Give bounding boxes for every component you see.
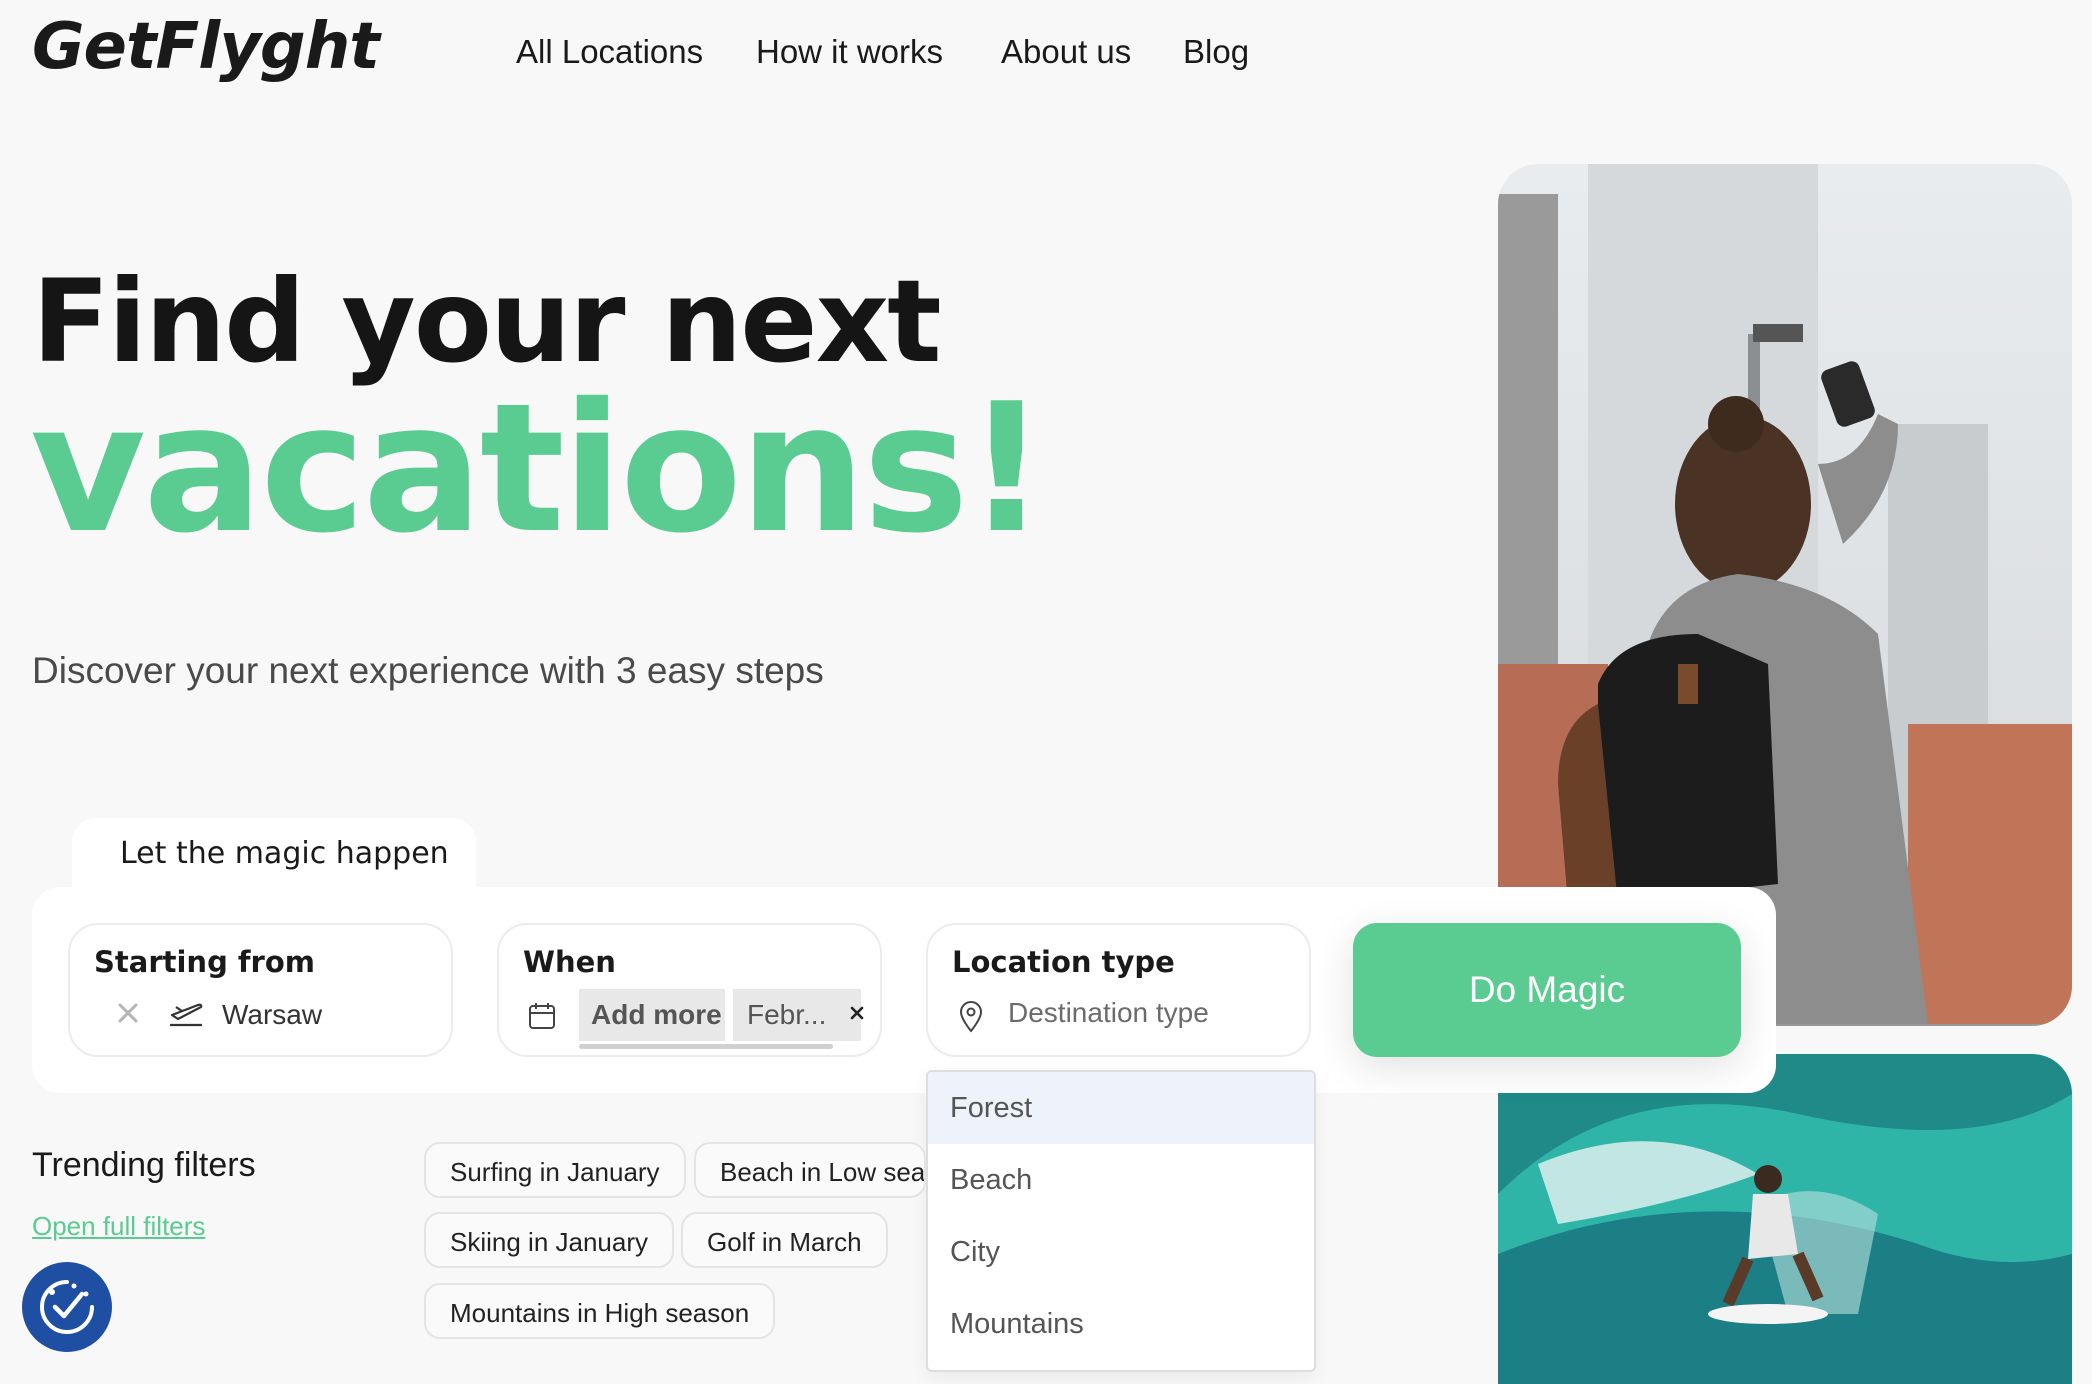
location-type-field[interactable]: Location type Destination type: [926, 923, 1311, 1057]
starting-from-label: Starting from: [94, 945, 315, 979]
location-type-label: Location type: [952, 945, 1175, 979]
nav-about-us[interactable]: About us: [1001, 33, 1131, 71]
location-type-dropdown: Forest Beach City Mountains: [926, 1070, 1316, 1372]
do-magic-button[interactable]: Do Magic: [1353, 923, 1741, 1057]
location-pin-icon: [958, 1001, 984, 1038]
nav-blog[interactable]: Blog: [1183, 33, 1249, 71]
starting-from-value: Warsaw: [222, 999, 323, 1030]
trending-filters-title: Trending filters: [32, 1146, 256, 1184]
open-full-filters-link[interactable]: Open full filters: [32, 1211, 205, 1242]
dropdown-option-city[interactable]: City: [928, 1216, 1314, 1288]
nav-all-locations[interactable]: All Locations: [516, 33, 703, 71]
brand-logo[interactable]: GetFlyght: [32, 10, 380, 84]
consent-badge-icon: [40, 1280, 94, 1334]
nav-how-it-works[interactable]: How it works: [756, 33, 943, 71]
trending-tag[interactable]: Surfing in January: [424, 1142, 686, 1198]
clear-icon[interactable]: [116, 1001, 140, 1030]
trending-tag[interactable]: Golf in March: [681, 1212, 888, 1268]
plane-takeoff-icon: [168, 997, 204, 1034]
hero-subtitle: Discover your next experience with 3 eas…: [32, 650, 824, 691]
when-scrollbar[interactable]: [579, 1044, 833, 1049]
hero-title-line2: vacations!: [30, 365, 1047, 572]
when-field[interactable]: When Add more Febr...: [497, 923, 882, 1057]
consent-badge[interactable]: [22, 1262, 112, 1352]
starting-from-field[interactable]: Starting from Warsaw: [68, 923, 453, 1057]
add-more-button[interactable]: Add more: [579, 989, 725, 1041]
dropdown-option-mountains[interactable]: Mountains: [928, 1288, 1314, 1360]
location-type-input[interactable]: Destination type: [1008, 997, 1209, 1029]
trending-tag[interactable]: Beach in Low seas: [694, 1142, 926, 1198]
calendar-icon: [527, 1001, 557, 1036]
search-tab-label: Let the magic happen: [120, 836, 449, 871]
trending-tag[interactable]: Skiing in January: [424, 1212, 674, 1268]
remove-icon[interactable]: [849, 1005, 865, 1026]
dropdown-option-beach[interactable]: Beach: [928, 1144, 1314, 1216]
when-label: When: [523, 945, 616, 979]
selected-month-chip[interactable]: Febr...: [733, 989, 861, 1041]
hero-photo-surfer: [1498, 1054, 2072, 1384]
dropdown-option-forest[interactable]: Forest: [928, 1072, 1314, 1144]
trending-tag[interactable]: Mountains in High season: [424, 1283, 776, 1339]
